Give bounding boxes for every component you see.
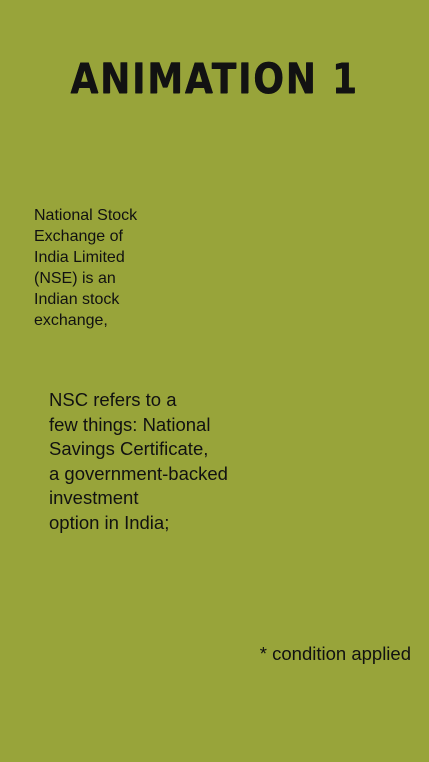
condition-note: * condition applied: [259, 643, 411, 664]
page-title: ANIMATION 1: [70, 54, 359, 103]
nsc-description: NSC refers to a few things: National Sav…: [49, 389, 228, 533]
nse-description: National Stock Exchange of India Limited…: [34, 207, 138, 329]
